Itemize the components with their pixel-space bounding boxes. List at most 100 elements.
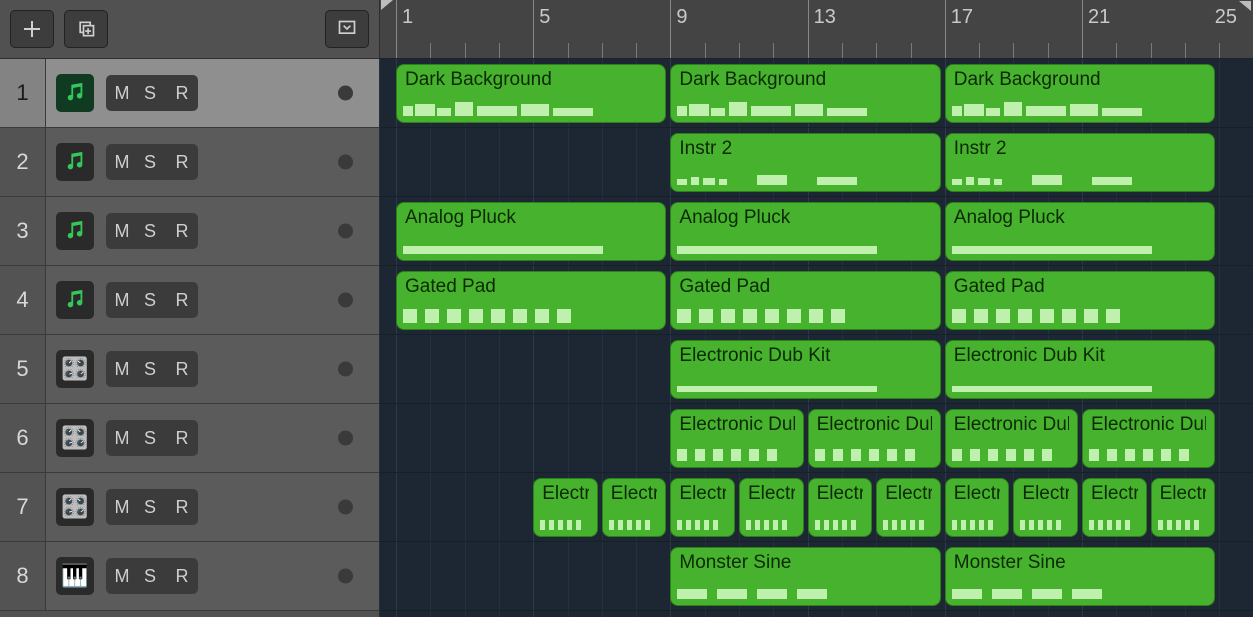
region-clip[interactable]: Instr 2	[670, 133, 940, 192]
region-clip[interactable]: Electronic Dub Kit	[808, 409, 941, 468]
track-icon[interactable]: 🎛️	[56, 419, 94, 457]
record-enable-button[interactable]: R	[169, 78, 195, 108]
arrange-area[interactable]: Dark BackgroundDark BackgroundDark Backg…	[380, 59, 1253, 617]
record-enable-button[interactable]: R	[169, 492, 195, 522]
mute-button[interactable]: M	[109, 216, 135, 246]
region-clip[interactable]: Electronic Dub Kit	[945, 478, 1010, 537]
clip-label: Analog Pluck	[954, 207, 1206, 229]
clip-label: Electronic Dub Kit	[1091, 414, 1206, 436]
track-icon[interactable]	[56, 212, 94, 250]
region-clip[interactable]: Electronic Dub Kit	[670, 409, 803, 468]
toolbar	[0, 0, 380, 59]
clip-label: Electronic Dub Kit	[611, 483, 658, 505]
record-indicator	[338, 500, 353, 515]
playhead-end-icon[interactable]	[1239, 1, 1251, 11]
track-header[interactable]: 5 🎛️ M S R	[0, 335, 379, 404]
track-header[interactable]: 8 🎹 M S R	[0, 542, 379, 611]
solo-button[interactable]: S	[137, 216, 163, 246]
region-clip[interactable]: Instr 2	[945, 133, 1215, 192]
region-clip[interactable]: Electronic Dub Kit	[1151, 478, 1216, 537]
region-clip[interactable]: Electronic Dub Kit	[1082, 478, 1147, 537]
region-clip[interactable]: Electronic Dub Kit	[876, 478, 941, 537]
mute-button[interactable]: M	[109, 285, 135, 315]
track-header[interactable]: 4 M S R	[0, 266, 379, 335]
solo-button[interactable]: S	[137, 285, 163, 315]
mute-button[interactable]: M	[109, 147, 135, 177]
region-clip[interactable]: Monster Sine	[945, 547, 1215, 606]
solo-button[interactable]: S	[137, 147, 163, 177]
add-track-button[interactable]	[10, 10, 54, 48]
track-icon[interactable]: 🎛️	[56, 488, 94, 526]
record-enable-button[interactable]: R	[169, 354, 195, 384]
mute-button[interactable]: M	[109, 492, 135, 522]
track-icon[interactable]: 🎛️	[56, 350, 94, 388]
region-clip[interactable]: Gated Pad	[670, 271, 940, 330]
bar-number: 9	[676, 6, 687, 29]
mute-button[interactable]: M	[109, 561, 135, 591]
clip-label: Gated Pad	[405, 276, 657, 298]
track-header[interactable]: 7 🎛️ M S R	[0, 473, 379, 542]
mute-button[interactable]: M	[109, 354, 135, 384]
msr-group: M S R	[106, 144, 198, 180]
region-clip[interactable]: Electronic Dub Kit	[808, 478, 873, 537]
clip-label: Gated Pad	[954, 276, 1206, 298]
track-icon[interactable]	[56, 74, 94, 112]
record-enable-button[interactable]: R	[169, 147, 195, 177]
record-indicator	[338, 155, 353, 170]
track-header[interactable]: 3 M S R	[0, 197, 379, 266]
region-clip[interactable]: Electronic Dub Kit	[602, 478, 667, 537]
solo-button[interactable]: S	[137, 423, 163, 453]
record-enable-button[interactable]: R	[169, 561, 195, 591]
region-clip[interactable]: Analog Pluck	[945, 202, 1215, 261]
region-clip[interactable]: Electronic Dub Kit	[1082, 409, 1215, 468]
region-clip[interactable]: Gated Pad	[396, 271, 666, 330]
mute-button[interactable]: M	[109, 78, 135, 108]
region-clip[interactable]: Electronic Dub Kit	[533, 478, 598, 537]
clip-label: Electronic Dub Kit	[679, 414, 794, 436]
record-enable-button[interactable]: R	[169, 216, 195, 246]
region-clip[interactable]: Electronic Dub Kit	[945, 340, 1215, 399]
track-headers: 1 M S R 2 M S R 3 M S R	[0, 59, 380, 617]
clip-label: Analog Pluck	[405, 207, 657, 229]
clip-label: Electronic Dub Kit	[954, 345, 1206, 367]
region-clip[interactable]: Monster Sine	[670, 547, 940, 606]
region-clip[interactable]: Electronic Dub Kit	[945, 409, 1078, 468]
record-indicator	[338, 86, 353, 101]
record-indicator	[338, 431, 353, 446]
clip-label: Electronic Dub Kit	[679, 483, 726, 505]
region-clip[interactable]: Gated Pad	[945, 271, 1215, 330]
region-clip[interactable]: Dark Background	[670, 64, 940, 123]
region-clip[interactable]: Electronic Dub Kit	[670, 340, 940, 399]
clip-label: Dark Background	[954, 69, 1206, 91]
track-icon[interactable]: 🎹	[56, 557, 94, 595]
track-icon[interactable]	[56, 281, 94, 319]
solo-button[interactable]: S	[137, 492, 163, 522]
record-enable-button[interactable]: R	[169, 423, 195, 453]
bar-number: 5	[539, 6, 550, 29]
duplicate-track-button[interactable]	[64, 10, 108, 48]
track-icon[interactable]	[56, 143, 94, 181]
clip-label: Electronic Dub Kit	[885, 483, 932, 505]
playhead-start-icon[interactable]	[381, 0, 393, 10]
bar-number: 1	[402, 6, 413, 29]
track-header[interactable]: 2 M S R	[0, 128, 379, 197]
region-clip[interactable]: Electronic Dub Kit	[739, 478, 804, 537]
track-header[interactable]: 6 🎛️ M S R	[0, 404, 379, 473]
region-clip[interactable]: Analog Pluck	[396, 202, 666, 261]
region-clip[interactable]: Dark Background	[396, 64, 666, 123]
record-enable-button[interactable]: R	[169, 285, 195, 315]
region-clip[interactable]: Electronic Dub Kit	[1013, 478, 1078, 537]
record-indicator	[338, 569, 353, 584]
keyboard-icon: 🎹	[61, 563, 88, 589]
region-clip[interactable]: Electronic Dub Kit	[670, 478, 735, 537]
solo-button[interactable]: S	[137, 561, 163, 591]
timeline-ruler[interactable]: 15913172125	[380, 0, 1253, 59]
track-header[interactable]: 1 M S R	[0, 59, 379, 128]
mute-button[interactable]: M	[109, 423, 135, 453]
track-menu-button[interactable]	[325, 10, 369, 48]
region-clip[interactable]: Dark Background	[945, 64, 1215, 123]
solo-button[interactable]: S	[137, 78, 163, 108]
region-clip[interactable]: Analog Pluck	[670, 202, 940, 261]
solo-button[interactable]: S	[137, 354, 163, 384]
drum-machine-icon: 🎛️	[61, 494, 88, 520]
